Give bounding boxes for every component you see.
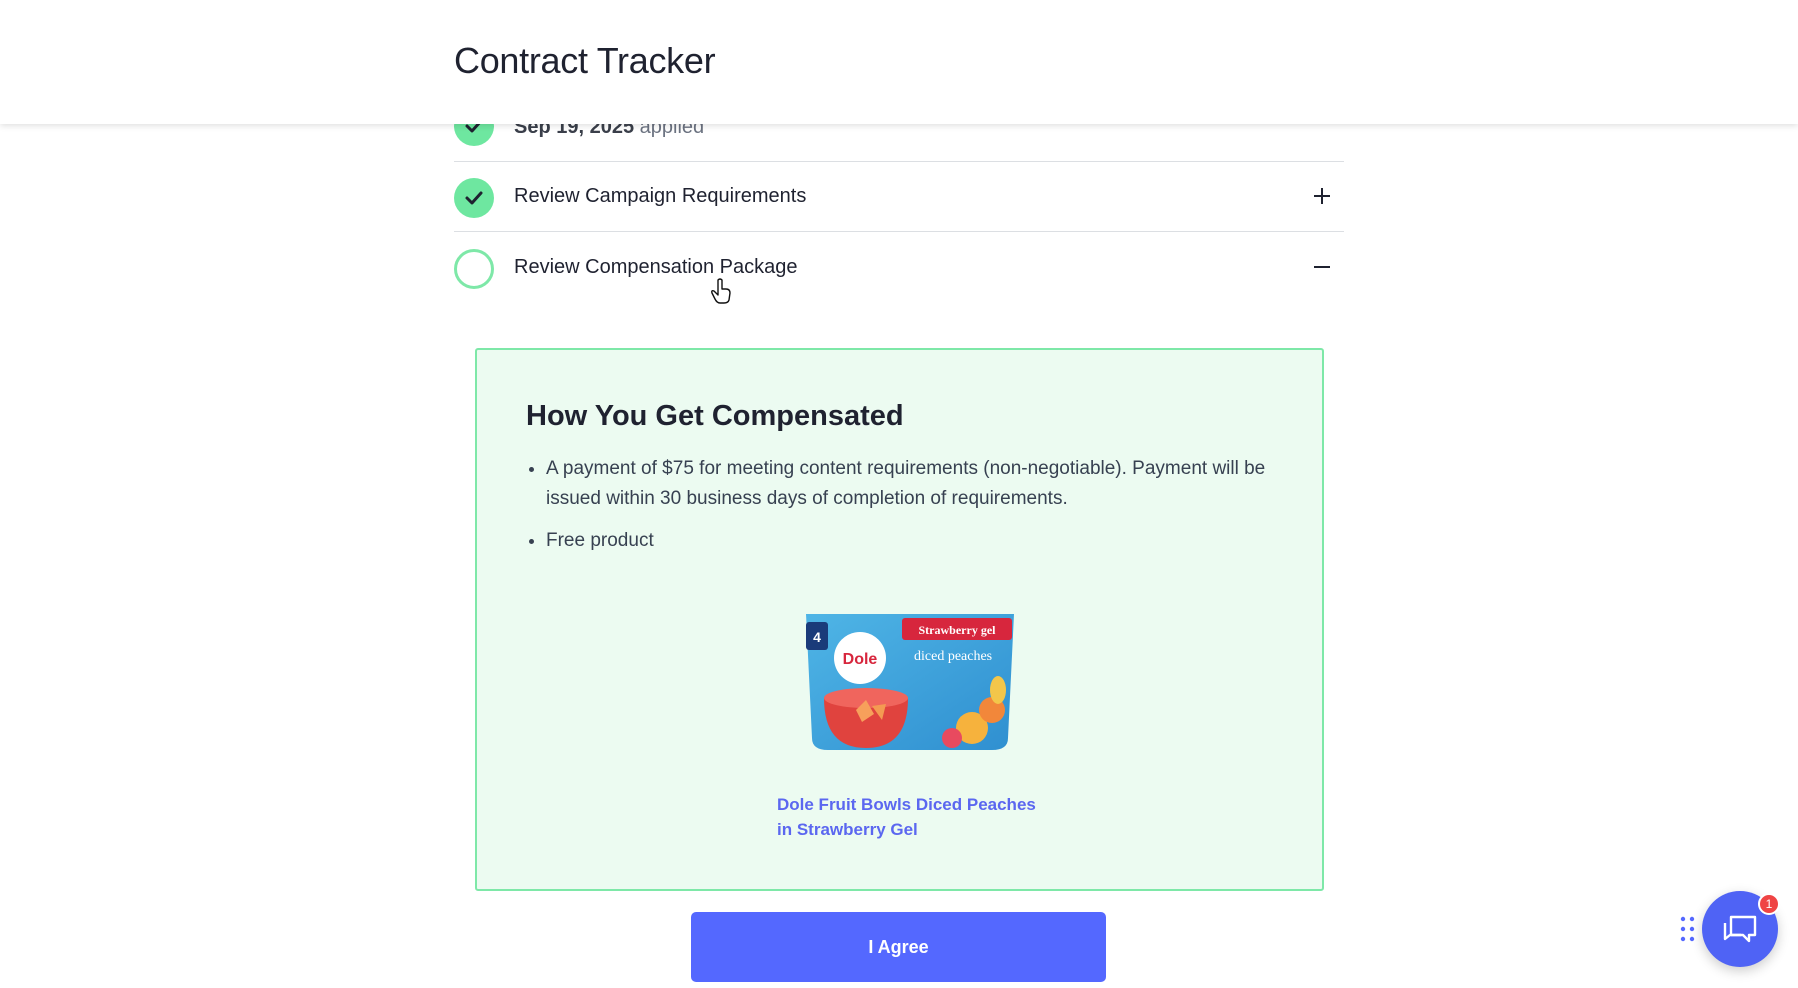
top-header: Contract Tracker [0, 0, 1798, 124]
product-link[interactable]: Dole Fruit Bowls Diced Peaches in Strawb… [777, 792, 1037, 842]
page-title: Contract Tracker [454, 40, 716, 81]
product-image: Strawberry gel Dole 4 diced peaches [806, 614, 1014, 750]
empty-circle-icon [454, 249, 494, 289]
product-brand: Dole [843, 651, 878, 668]
list-item: A payment of $75 for meeting content req… [546, 454, 1286, 514]
hand-cursor-icon [711, 278, 731, 304]
product-link-line1: Dole Fruit Bowls Diced Peaches [777, 795, 1036, 814]
notification-badge: 1 [1758, 893, 1780, 915]
chat-icon [1723, 915, 1757, 943]
step-review-compensation-package[interactable]: Review Compensation Package [454, 233, 1344, 303]
step-label: Review Compensation Package [514, 256, 798, 278]
product-text: diced peaches [914, 649, 992, 664]
collapse-minus-icon[interactable] [1310, 255, 1334, 279]
drag-handle-icon[interactable] [1680, 916, 1696, 942]
product-flavor: Strawberry gel [919, 623, 997, 637]
check-circle-icon [454, 178, 494, 218]
agree-button[interactable]: I Agree [691, 912, 1106, 982]
list-item: Free product [546, 526, 1286, 556]
step-label: Review Campaign Requirements [514, 185, 807, 207]
compensation-panel: How You Get Compensated A payment of $75… [475, 348, 1324, 891]
compensation-heading: How You Get Compensated [526, 400, 904, 432]
expand-plus-icon[interactable] [1310, 184, 1334, 208]
product-pack-count: 4 [813, 629, 821, 645]
compensation-list: A payment of $75 for meeting content req… [526, 454, 1286, 568]
step-review-campaign-requirements[interactable]: Review Campaign Requirements [454, 162, 1344, 232]
chat-button[interactable]: 1 [1702, 891, 1780, 967]
product-link-line2: in Strawberry Gel [777, 820, 918, 839]
